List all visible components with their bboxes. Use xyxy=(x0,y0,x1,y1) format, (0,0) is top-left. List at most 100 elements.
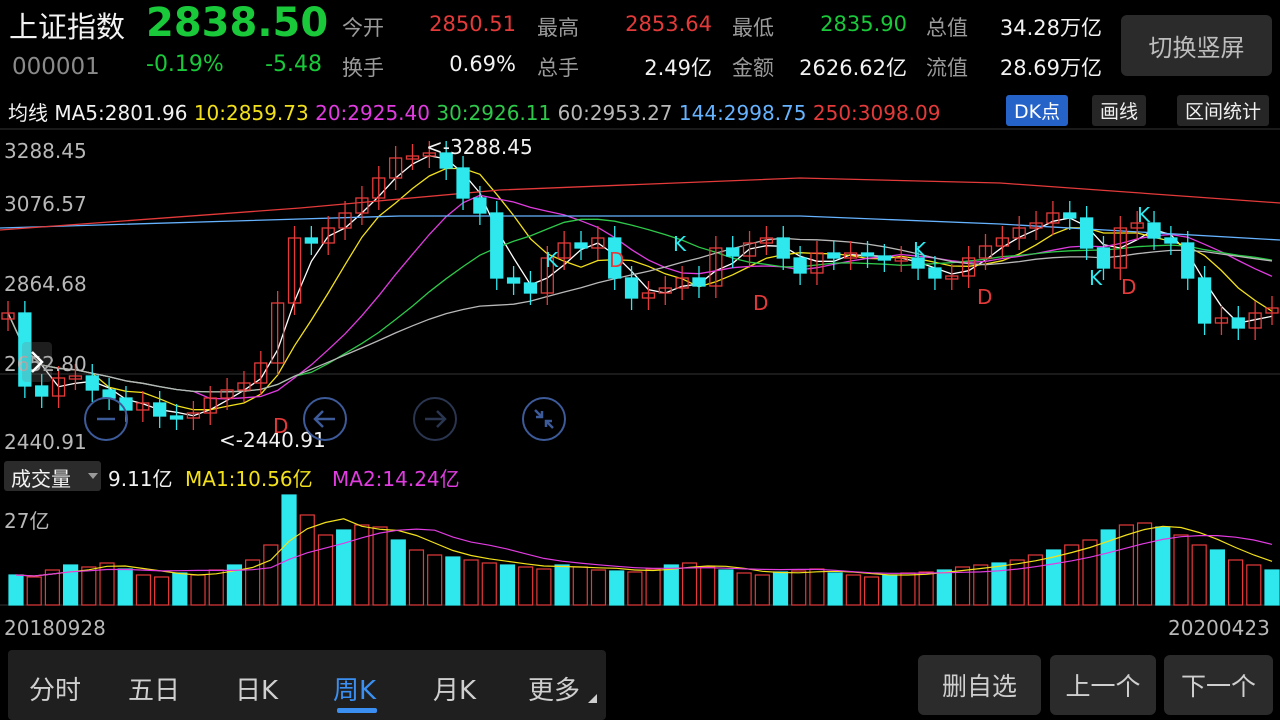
volume-bar xyxy=(973,564,989,606)
volume-bar xyxy=(427,554,443,606)
volume-bar xyxy=(536,568,552,606)
candle xyxy=(574,242,588,249)
end-date: 20200423 xyxy=(1168,616,1270,640)
candle xyxy=(490,212,504,279)
y-label-2: 3076.57 xyxy=(4,192,87,216)
chevron-right-icon xyxy=(31,351,44,373)
ma60-value: 60:2953.27 xyxy=(557,101,673,125)
ma-label: 均线 xyxy=(8,101,48,125)
candle xyxy=(1231,317,1245,329)
volume-bar xyxy=(663,564,679,606)
candle xyxy=(506,277,521,284)
ma250-value: 250:3098.09 xyxy=(812,101,941,125)
tab-monthly-k[interactable]: 月K xyxy=(433,670,476,707)
y-label-3: 2864.68 xyxy=(4,272,87,296)
candle xyxy=(692,277,706,287)
volume-bar xyxy=(554,564,570,606)
volume-bar xyxy=(754,574,770,606)
turnover-label: 换手 xyxy=(342,56,384,80)
signal-k: K xyxy=(913,238,927,262)
volume-bar xyxy=(481,562,497,606)
price-chart[interactable] xyxy=(0,128,1280,453)
tab-weekly-k[interactable]: 周K xyxy=(333,670,376,707)
zoom-out-button[interactable] xyxy=(84,397,128,441)
candle xyxy=(827,252,841,259)
volume-ma1: MA1:10.56亿 xyxy=(185,467,313,491)
volume-bar xyxy=(572,566,588,606)
volume-bar xyxy=(408,549,425,606)
candle xyxy=(1197,277,1212,324)
high-label: 最高 xyxy=(537,16,579,40)
signal-k: K xyxy=(673,232,687,256)
volume-bar xyxy=(518,566,534,606)
volume-bar xyxy=(1264,569,1280,606)
candle xyxy=(793,257,807,274)
indicator-selector[interactable]: 成交量 xyxy=(4,461,101,491)
collapse-icon xyxy=(534,409,554,429)
high-marker: <-3288.45 xyxy=(426,135,533,159)
volume-chart[interactable] xyxy=(0,493,1280,608)
candle xyxy=(35,385,49,397)
volume-bar xyxy=(827,572,843,606)
grid xyxy=(0,128,1280,375)
start-date: 20180928 xyxy=(4,616,106,640)
candle xyxy=(85,375,99,391)
volume-bar xyxy=(718,569,734,606)
next-button[interactable]: 下一个 xyxy=(1164,655,1273,715)
candle xyxy=(1063,212,1077,219)
volume-bar xyxy=(1209,549,1225,606)
previous-button[interactable]: 上一个 xyxy=(1050,655,1156,715)
float-cap-label: 流值 xyxy=(926,56,968,80)
volume-bar xyxy=(1227,559,1244,606)
signal-k: K xyxy=(1137,203,1151,227)
ma20-value: 20:2925.40 xyxy=(315,101,430,125)
volume-bar xyxy=(317,534,334,606)
volume-bar xyxy=(700,566,716,606)
volume-bar xyxy=(772,571,789,606)
range-stats-button[interactable]: 区间统计 xyxy=(1177,95,1270,126)
collapse-button[interactable] xyxy=(522,397,566,441)
ma5-value: MA5:2801.96 xyxy=(54,101,188,125)
signal-d: D xyxy=(609,248,625,272)
index-code: 000001 xyxy=(12,54,100,80)
candle xyxy=(473,197,487,214)
volume-bar xyxy=(1082,539,1098,606)
mktcap-value: 34.28万亿 xyxy=(999,16,1102,40)
volume-bar xyxy=(1136,522,1153,606)
candle xyxy=(169,415,184,420)
moving-average-line xyxy=(7,237,1273,393)
volume-current: 9.11亿 xyxy=(108,467,173,491)
candle xyxy=(624,277,639,299)
open-label: 今开 xyxy=(342,16,384,40)
volume-bar xyxy=(390,539,406,606)
tab-more[interactable]: 更多 xyxy=(528,670,580,707)
switch-portrait-button[interactable]: 切换竖屏 xyxy=(1121,15,1272,76)
signal-d: D xyxy=(753,291,769,315)
high-value: 2853.64 xyxy=(625,12,712,36)
scroll-right-button[interactable] xyxy=(413,397,457,441)
tab-intraday[interactable]: 分时 xyxy=(29,670,81,707)
volume-bar xyxy=(791,570,807,606)
turnover-value: 0.69% xyxy=(449,52,516,76)
tab-five-day[interactable]: 五日 xyxy=(128,670,180,707)
tab-daily-k[interactable]: 日K xyxy=(235,670,278,707)
scroll-left-button[interactable] xyxy=(303,397,347,441)
volume-ma-line xyxy=(15,528,1273,577)
arrow-right-icon xyxy=(425,410,447,428)
candle xyxy=(1096,247,1111,269)
dk-point-button[interactable]: DK点 xyxy=(1006,95,1069,126)
signal-d: D xyxy=(273,414,289,438)
volume-bar xyxy=(445,556,461,606)
candle xyxy=(523,282,538,294)
volume-bar xyxy=(26,576,42,606)
candle xyxy=(456,167,470,199)
volume-bar xyxy=(882,574,898,606)
volume-bar xyxy=(172,572,188,606)
volume-value: 2.49亿 xyxy=(644,56,712,80)
draw-line-button[interactable]: 画线 xyxy=(1092,95,1147,126)
y-label-5: 2440.91 xyxy=(4,430,87,454)
remove-watchlist-button[interactable]: 删自选 xyxy=(918,655,1041,715)
last-price: 2838.50 xyxy=(146,0,329,46)
volume-bar xyxy=(263,544,279,606)
expand-sidebar-button[interactable] xyxy=(22,342,52,382)
